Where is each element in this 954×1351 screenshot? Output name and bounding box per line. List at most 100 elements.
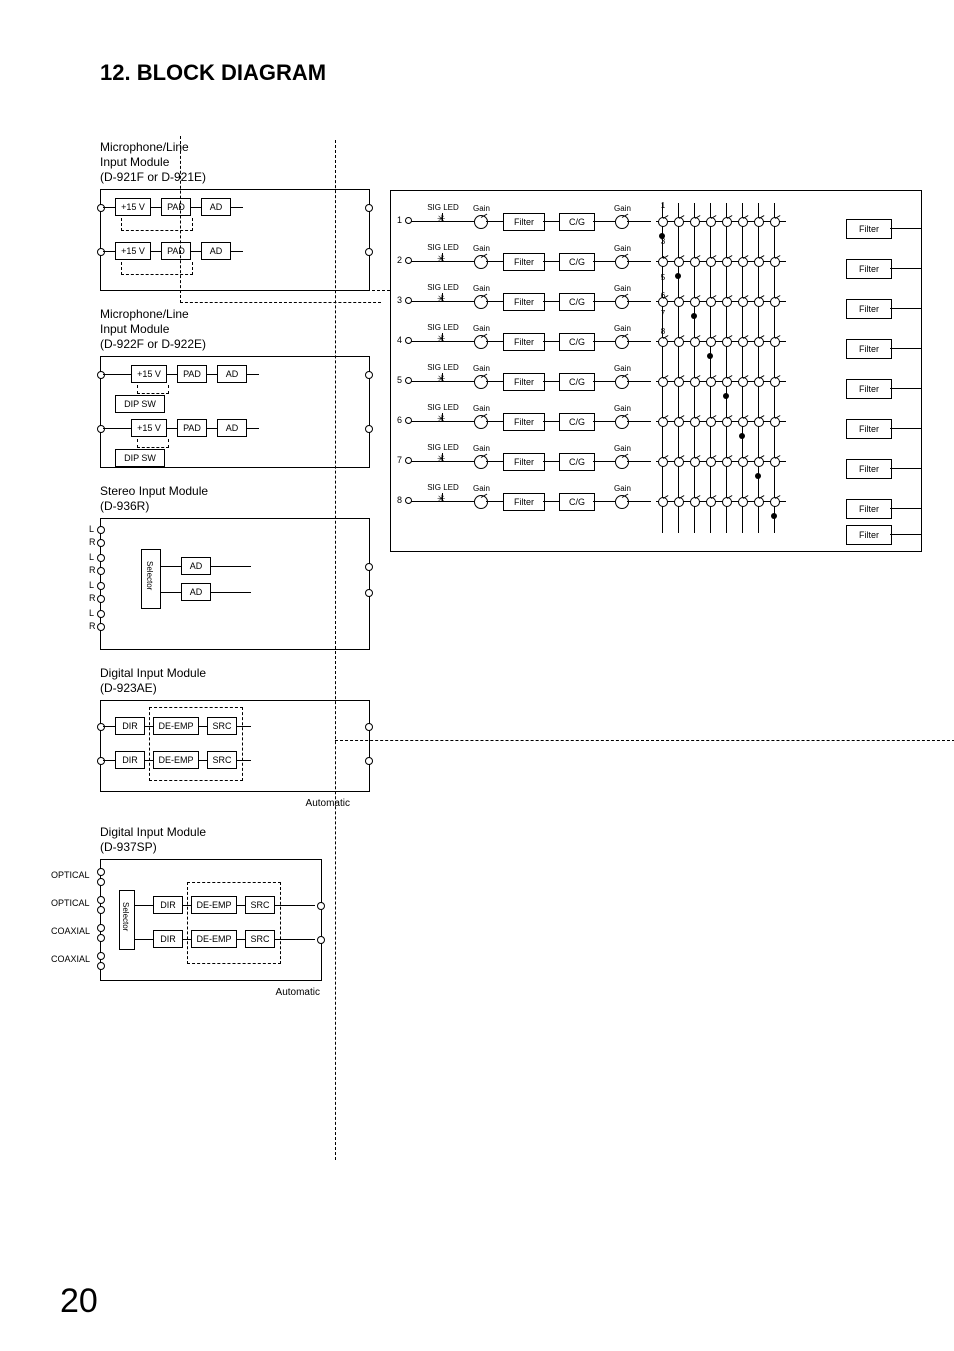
wire <box>145 726 153 727</box>
matrix-crosspoint <box>674 457 684 467</box>
filter-block: Filter <box>503 253 545 271</box>
input-port <box>97 934 105 942</box>
wire <box>486 221 503 222</box>
gain-knob-icon <box>615 495 629 509</box>
wire <box>199 760 207 761</box>
matrix-crosspoint <box>658 217 668 227</box>
r-label: R <box>89 621 96 631</box>
wire <box>593 221 615 222</box>
matrix-crosspoint <box>738 457 748 467</box>
phantom-block: +15 V <box>131 419 167 437</box>
input-port <box>97 526 105 534</box>
matrix-crosspoint <box>674 257 684 267</box>
wire <box>442 213 443 221</box>
matrix-tap-dot <box>739 433 745 439</box>
matrix-crosspoint <box>754 377 764 387</box>
matrix-crosspoint <box>722 417 732 427</box>
matrix-tap-dot <box>659 233 665 239</box>
wire <box>627 261 651 262</box>
matrix-tap-dot <box>755 473 761 479</box>
wire <box>890 534 921 535</box>
input-port <box>97 567 105 575</box>
r-label: R <box>89 537 96 547</box>
wire <box>237 939 245 940</box>
wire <box>207 428 217 429</box>
filter-block: Filter <box>503 333 545 351</box>
output-port <box>365 589 373 597</box>
wire <box>593 381 615 382</box>
gain-label: Gain <box>614 484 631 493</box>
coax-label: COAXIAL <box>51 926 90 936</box>
wire <box>167 374 177 375</box>
wire <box>890 468 921 469</box>
wire <box>486 301 503 302</box>
input-port <box>97 924 105 932</box>
matrix-crosspoint <box>706 497 716 507</box>
gain-label: Gain <box>473 404 490 413</box>
gain-label: Gain <box>614 324 631 333</box>
wire <box>103 760 115 761</box>
matrix-col-label: 5 <box>655 273 671 282</box>
wire <box>237 726 251 727</box>
wire <box>103 374 131 375</box>
gain-label: Gain <box>473 484 490 493</box>
wire <box>486 461 503 462</box>
wire <box>247 428 259 429</box>
ad-block: AD <box>217 365 247 383</box>
output-port <box>365 757 373 765</box>
wire <box>627 421 651 422</box>
matrix-crosspoint <box>770 417 780 427</box>
gain-knob-icon <box>615 335 629 349</box>
wire <box>593 461 615 462</box>
input-port <box>97 878 105 886</box>
output-filter-block: Filter <box>846 525 892 545</box>
matrix-crosspoint <box>738 257 748 267</box>
wire <box>151 251 161 252</box>
wire <box>275 939 315 940</box>
input-port <box>97 623 105 631</box>
wire <box>486 261 503 262</box>
matrix-bus-vline <box>726 203 727 533</box>
wire <box>237 760 251 761</box>
matrix-crosspoint <box>706 457 716 467</box>
pad-block: PAD <box>177 419 207 437</box>
left-bus-dash <box>335 140 336 1160</box>
wire <box>411 301 474 302</box>
input-port <box>97 906 105 914</box>
matrix-crosspoint <box>738 297 748 307</box>
matrix-crosspoint <box>722 217 732 227</box>
digital-module-2: OPTICAL OPTICAL COAXIAL COAXIAL Selector… <box>100 859 322 981</box>
matrix-crosspoint <box>754 497 764 507</box>
gain-label: Gain <box>473 284 490 293</box>
matrix-bus-vline <box>694 203 695 533</box>
filter-block: Filter <box>503 493 545 511</box>
wire <box>890 388 921 389</box>
matrix-col-label: 1 <box>655 201 671 210</box>
wire <box>161 566 181 567</box>
automatic-label: Automatic <box>100 798 370 809</box>
selector-label: Selector <box>121 902 130 931</box>
gain-label: Gain <box>614 404 631 413</box>
wire <box>207 374 217 375</box>
digital-module-2-group: Digital Input Module (D-937SP) OPTICAL O… <box>56 825 370 998</box>
wire <box>593 261 615 262</box>
matrix-crosspoint <box>738 217 748 227</box>
channel-number: 8 <box>397 495 402 505</box>
input-port <box>97 582 105 590</box>
mic-line-module-2: +15 V PAD AD DIP SW +15 V PAD AD DIP SW <box>100 356 370 468</box>
link-dash <box>137 439 169 448</box>
digital-module-1-group: Digital Input Module (D-923AE) DIR DE-EM… <box>100 666 370 809</box>
matrix-crosspoint <box>658 377 668 387</box>
wire <box>411 221 474 222</box>
matrix-tap-dot <box>691 313 697 319</box>
sig-led-label: SIG LED <box>423 283 463 292</box>
matrix-crosspoint <box>674 497 684 507</box>
digital-module-1: DIR DE-EMP SRC DIR DE-EMP SRC <box>100 700 370 792</box>
mid-bus-dash <box>335 740 954 741</box>
dir-block: DIR <box>153 930 183 948</box>
output-filter-block: Filter <box>846 499 892 519</box>
selector-label: Selector <box>145 561 154 590</box>
matrix-crosspoint <box>658 457 668 467</box>
module-title: Microphone/Line Input Module (D-922F or … <box>100 307 370 352</box>
matrix-crosspoint <box>754 417 764 427</box>
